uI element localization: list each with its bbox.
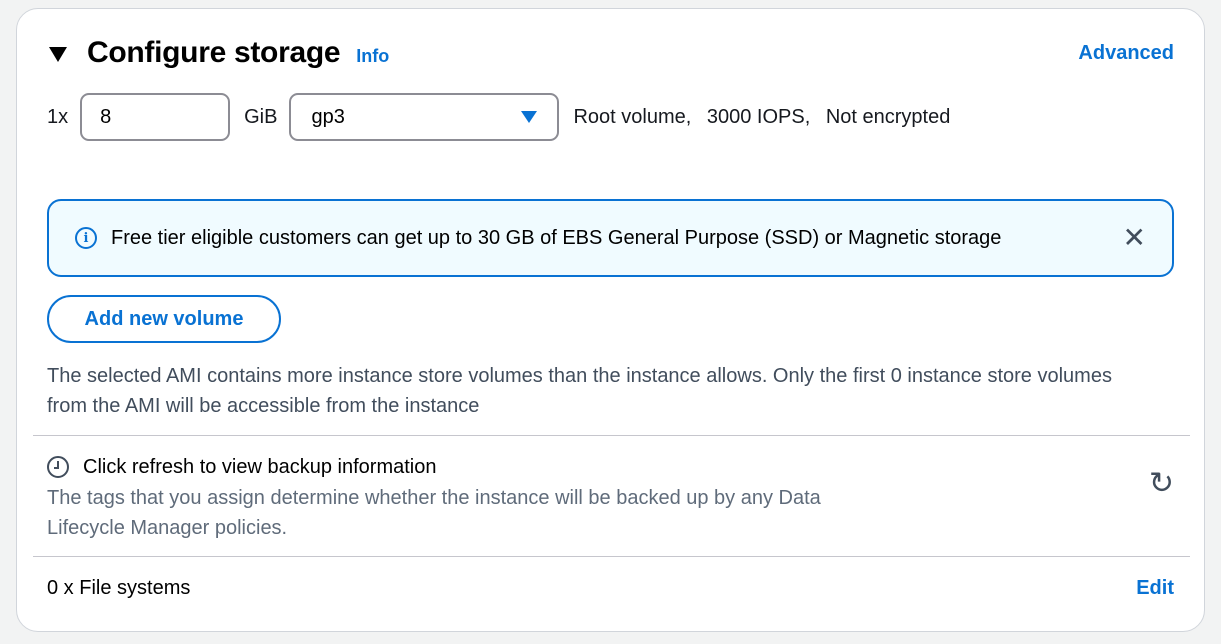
section-title: Configure storage [87, 36, 341, 69]
file-systems-row: 0 x File systems Edit [47, 573, 1174, 603]
close-icon[interactable]: ✕ [1123, 224, 1146, 252]
configure-storage-panel: Configure storage Info Advanced 1x GiB g… [16, 8, 1205, 632]
advanced-link[interactable]: Advanced [1078, 42, 1174, 65]
refresh-icon[interactable]: ↻ [1149, 469, 1174, 499]
add-new-volume-button[interactable]: Add new volume [47, 295, 281, 343]
info-link[interactable]: Info [356, 46, 389, 67]
volume-desc-root: Root volume, [573, 105, 692, 128]
volume-unit-label: GiB [244, 105, 278, 128]
free-tier-alert: i Free tier eligible customers can get u… [47, 199, 1174, 277]
collapse-caret-icon[interactable] [49, 46, 67, 62]
volume-count-label: 1x [47, 105, 69, 128]
clock-icon [47, 456, 69, 478]
divider [33, 435, 1190, 436]
section-header: Configure storage Info Advanced [49, 35, 1174, 71]
info-icon: i [75, 227, 97, 249]
ami-note: The selected AMI contains more instance … [47, 365, 1112, 417]
volume-type-select[interactable]: gp3 [289, 93, 560, 141]
backup-info-section: Click refresh to view backup information… [47, 453, 1174, 543]
volume-type-value: gp3 [311, 105, 345, 128]
volume-size-input[interactable] [80, 93, 231, 141]
volume-desc-encryption: Not encrypted [825, 105, 951, 128]
edit-file-systems-link[interactable]: Edit [1136, 577, 1174, 600]
root-volume-row: 1x GiB gp3 Root volume, 3000 IOPS, Not e… [47, 93, 960, 141]
file-systems-label: 0 x File systems [47, 576, 191, 599]
backup-description: The tags that you assign determine wheth… [47, 487, 821, 539]
alert-text: Free tier eligible customers can get up … [111, 226, 1002, 249]
volume-description: Root volume, 3000 IOPS, Not encrypted [573, 106, 960, 129]
volume-desc-iops: 3000 IOPS, [706, 105, 811, 128]
backup-title: Click refresh to view backup information [83, 455, 437, 478]
backup-header: Click refresh to view backup information [47, 453, 1174, 481]
chevron-down-icon [521, 111, 538, 123]
divider [33, 556, 1190, 557]
